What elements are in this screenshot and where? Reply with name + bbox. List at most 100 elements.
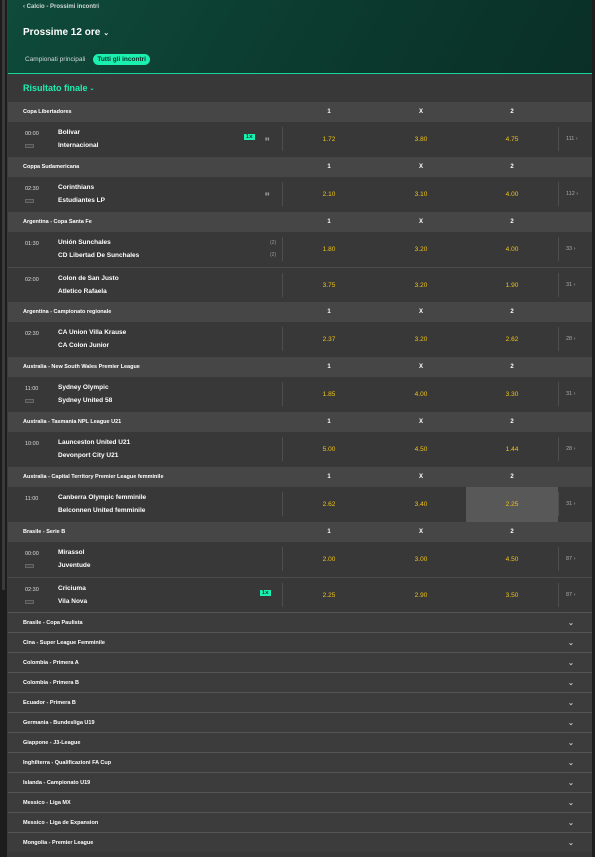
chevron-down-icon[interactable]: ⌄: [568, 799, 574, 807]
chevron-down-icon[interactable]: ⌄: [568, 739, 574, 747]
chevron-down-icon[interactable]: ⌄: [568, 719, 574, 727]
more-markets-link[interactable]: 31 ›: [566, 391, 575, 397]
match-row[interactable]: 10:00 Launceston United U21 Devonport City…: [8, 432, 592, 467]
collapsed-league[interactable]: Ecuador - Primera B ⌄: [8, 692, 592, 712]
time-filter-dropdown[interactable]: Prossime 12 ore ⌄: [23, 27, 109, 38]
league-name[interactable]: Australia - Capital Territory Premier Le…: [23, 474, 164, 480]
league-name[interactable]: Argentina - Campionato regionale: [23, 309, 111, 315]
home-team[interactable]: Sydney Olympic: [58, 384, 109, 391]
league-name[interactable]: Australia - Tasmania NPL League U21: [23, 419, 121, 425]
collapsed-league[interactable]: Colombia - Primera B ⌄: [8, 672, 592, 692]
odds-button-2[interactable]: 4.50: [466, 542, 558, 577]
chevron-down-icon[interactable]: ⌄: [568, 679, 574, 687]
home-team[interactable]: Bolivar: [58, 129, 80, 136]
tab-tutti-gli-incontri[interactable]: Tutti gli incontri: [93, 54, 150, 65]
home-team[interactable]: Mirassol: [58, 549, 84, 556]
match-row[interactable]: 02:30 Criciuma Vila Nova 1⨯ 2.25 2.90 3.50 87 ›: [8, 577, 592, 612]
away-team[interactable]: Sydney United 58: [58, 397, 112, 404]
away-team[interactable]: Atletico Rafaela: [58, 288, 107, 295]
chevron-down-icon[interactable]: ⌄: [568, 759, 574, 767]
odds-button-x[interactable]: 4.50: [375, 432, 467, 467]
collapsed-league[interactable]: Inghilterra - Qualificazioni FA Cup ⌄: [8, 752, 592, 772]
odds-button-x[interactable]: 3.20: [375, 232, 467, 267]
chevron-down-icon[interactable]: ⌄: [568, 819, 574, 827]
odds-button-2[interactable]: 4.00: [466, 232, 558, 267]
home-team[interactable]: CA Union Villa Krause: [58, 329, 126, 336]
match-row[interactable]: 11:00 Sydney Olympic Sydney United 58 1.85 4…: [8, 377, 592, 412]
collapsed-league[interactable]: Brasile - Copa Paulista ⌄: [8, 612, 592, 632]
chevron-down-icon[interactable]: ⌄: [568, 639, 574, 647]
league-name[interactable]: Brasile - Serie B: [23, 529, 65, 535]
away-team[interactable]: Belconnen United femminile: [58, 507, 145, 514]
more-markets-link[interactable]: 87 ›: [566, 592, 575, 598]
more-markets-link[interactable]: 111 ›: [566, 136, 578, 142]
chevron-down-icon[interactable]: ⌄: [568, 619, 574, 627]
away-team[interactable]: Devonport City U21: [58, 452, 118, 459]
match-row[interactable]: 02:30 CA Union Villa Krause CA Colon Junio…: [8, 322, 592, 357]
odds-button-1[interactable]: 1.80: [283, 232, 375, 267]
odds-button-1[interactable]: 5.00: [283, 432, 375, 467]
odds-button-x[interactable]: 3.40: [375, 487, 467, 522]
odds-button-x[interactable]: 3.00: [375, 542, 467, 577]
away-team[interactable]: CA Colon Junior: [58, 342, 109, 349]
odds-button-x[interactable]: 3.20: [375, 322, 467, 357]
away-team[interactable]: Juventude: [58, 562, 91, 569]
home-team[interactable]: Criciuma: [58, 585, 86, 592]
more-markets-link[interactable]: 33 ›: [566, 246, 575, 252]
collapsed-league[interactable]: Cina - Super League Femminile ⌄: [8, 632, 592, 652]
left-scrollbar[interactable]: [0, 0, 8, 857]
collapsed-league[interactable]: Giappone - J3-League ⌄: [8, 732, 592, 752]
match-row[interactable]: 00:00 Mirassol Juventude 2.00 3.00 4.50 87 ›: [8, 542, 592, 577]
odds-button-x[interactable]: 2.90: [375, 578, 467, 613]
collapsed-league[interactable]: Messico - Liga de Expansion ⌄: [8, 812, 592, 832]
collapsed-league[interactable]: Colombia - Primera A ⌄: [8, 652, 592, 672]
more-markets-link[interactable]: 28 ›: [566, 336, 575, 342]
odds-button-x[interactable]: 3.20: [375, 268, 467, 303]
match-row[interactable]: 11:00 Canberra Olympic femminile Belconnen…: [8, 487, 592, 522]
odds-button-2[interactable]: 3.50: [466, 578, 558, 613]
odds-button-1[interactable]: 1.85: [283, 377, 375, 412]
away-team[interactable]: Estudiantes LP: [58, 197, 105, 204]
odds-button-2[interactable]: 3.30: [466, 377, 558, 412]
odds-button-1[interactable]: 2.10: [283, 177, 375, 212]
tab-campionati-principali[interactable]: Campionati principali: [23, 54, 87, 65]
odds-button-x[interactable]: 3.80: [375, 122, 467, 157]
league-name[interactable]: Coppa Sudamericana: [23, 164, 79, 170]
odds-button-x[interactable]: 3.10: [375, 177, 467, 212]
odds-button-2[interactable]: 2.25: [466, 487, 558, 522]
odds-button-1[interactable]: 2.62: [283, 487, 375, 522]
odds-button-x[interactable]: 4.00: [375, 377, 467, 412]
odds-button-1[interactable]: 2.25: [283, 578, 375, 613]
home-team[interactable]: Corinthians: [58, 184, 94, 191]
odds-button-2[interactable]: 2.62: [466, 322, 558, 357]
league-name[interactable]: Copa Libertadores: [23, 109, 72, 115]
chevron-down-icon[interactable]: ⌄: [568, 699, 574, 707]
league-name[interactable]: Argentina - Copa Santa Fe: [23, 219, 92, 225]
home-team[interactable]: Colon de San Justo: [58, 275, 119, 282]
match-row[interactable]: 01:30 Unión Sunchales CD Libertad De Sunch…: [8, 232, 592, 267]
stats-icon[interactable]: ▮▮: [265, 191, 269, 196]
match-row[interactable]: 00:00 Bolivar Internacional 1⨯ ▮▮ 1.72 3.80 4.7…: [8, 122, 592, 157]
odds-button-2[interactable]: 4.00: [466, 177, 558, 212]
chevron-down-icon[interactable]: ⌄: [568, 779, 574, 787]
breadcrumb[interactable]: ‹ Calcio - Prossimi incontri: [23, 4, 99, 10]
more-markets-link[interactable]: 87 ›: [566, 556, 575, 562]
odds-button-2[interactable]: 1.44: [466, 432, 558, 467]
match-row[interactable]: 02:30 Corinthians Estudiantes LP ▮▮ 2.10 3.10…: [8, 177, 592, 212]
odds-button-1[interactable]: 1.72: [283, 122, 375, 157]
more-markets-link[interactable]: 28 ›: [566, 446, 575, 452]
more-markets-link[interactable]: 31 ›: [566, 501, 575, 507]
away-team[interactable]: Internacional: [58, 142, 98, 149]
odds-button-1[interactable]: 2.37: [283, 322, 375, 357]
collapsed-league[interactable]: Germania - Bundesliga U19 ⌄: [8, 712, 592, 732]
away-team[interactable]: Vila Nova: [58, 598, 87, 605]
home-team[interactable]: Canberra Olympic femminile: [58, 494, 146, 501]
away-team[interactable]: CD Libertad De Sunchales: [58, 252, 139, 259]
scrollbar-thumb[interactable]: [2, 0, 5, 590]
league-name[interactable]: Australia - New South Wales Premier Leag…: [23, 364, 140, 370]
match-row[interactable]: 02:00 Colon de San Justo Atletico Rafaela 3…: [8, 267, 592, 302]
market-selector[interactable]: Risultato finale ⌄: [8, 74, 592, 102]
home-team[interactable]: Unión Sunchales: [58, 239, 111, 246]
stats-icon[interactable]: ▮▮: [265, 136, 269, 141]
more-markets-link[interactable]: 112 ›: [566, 191, 578, 197]
